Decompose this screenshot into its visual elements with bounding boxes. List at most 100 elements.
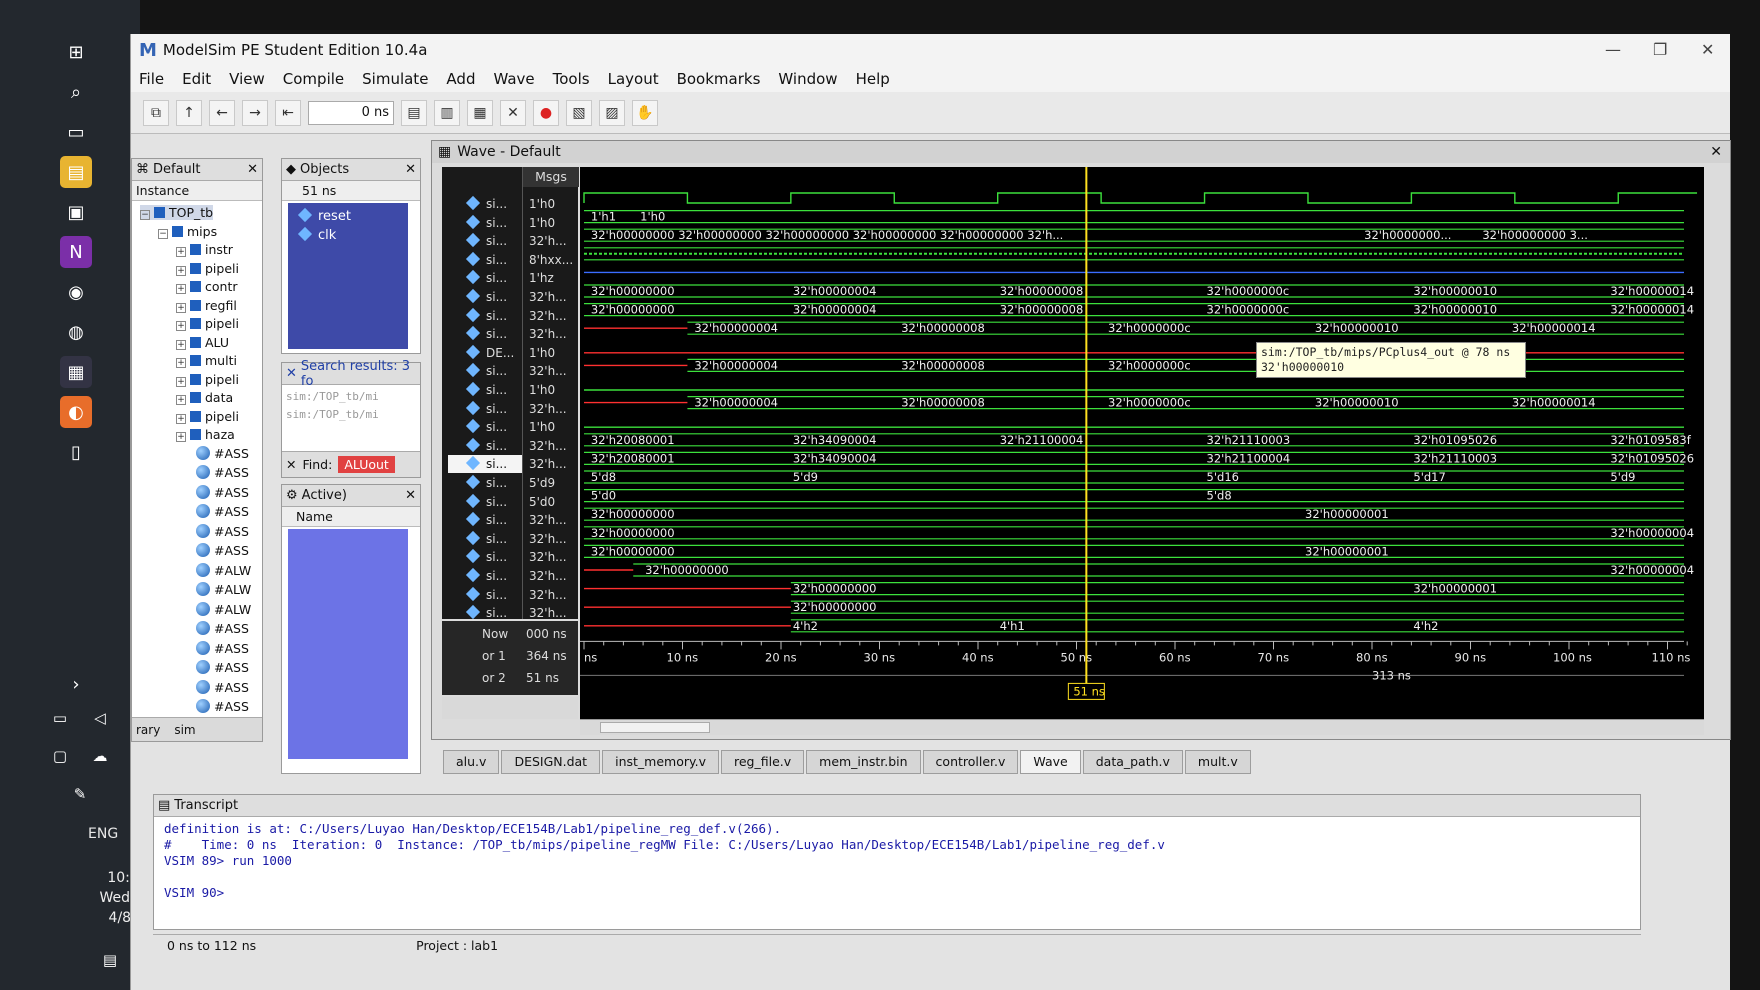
- step-icon[interactable]: ▧: [566, 99, 592, 126]
- run-length-field[interactable]: 0 ns: [308, 100, 394, 125]
- scroll-thumb[interactable]: [600, 722, 710, 733]
- app-icon[interactable]: ◐: [60, 396, 92, 428]
- signal-row[interactable]: si...: [448, 381, 507, 399]
- tree-item[interactable]: + pipeli: [176, 409, 239, 424]
- notes-icon[interactable]: ▯: [60, 436, 92, 468]
- tab-mult[interactable]: mult.v: [1184, 750, 1251, 774]
- tab-library[interactable]: rary: [136, 723, 160, 737]
- expand-icon[interactable]: +: [176, 321, 186, 331]
- signal-row[interactable]: si...: [448, 251, 507, 269]
- tree-item[interactable]: − TOP_tb: [140, 205, 214, 220]
- tree-item[interactable]: + haza: [176, 427, 235, 442]
- signal-row[interactable]: si...: [448, 362, 507, 380]
- tab-reg-file[interactable]: reg_file.v: [720, 750, 805, 774]
- close-icon[interactable]: ✕: [286, 366, 297, 381]
- expand-icon[interactable]: +: [176, 302, 186, 313]
- notification-icon[interactable]: ▤: [94, 944, 126, 976]
- battery-icon[interactable]: ▭: [44, 702, 76, 734]
- windows-start-icon[interactable]: ⊞: [60, 36, 92, 68]
- signal-row[interactable]: si...: [448, 325, 507, 343]
- chrome-icon[interactable]: ◉: [60, 276, 92, 308]
- cursor-row[interactable]: Now 000 ns: [442, 627, 578, 645]
- tree-item[interactable]: + multi: [176, 353, 237, 368]
- tree-item[interactable]: + contr: [176, 279, 237, 294]
- object-item-reset[interactable]: reset: [288, 203, 408, 224]
- expand-icon[interactable]: +: [176, 339, 186, 350]
- tab-alu[interactable]: alu.v: [443, 750, 500, 774]
- tab-design-dat[interactable]: DESIGN.dat: [501, 750, 601, 774]
- signal-row[interactable]: si...: [448, 400, 507, 418]
- restore-icon[interactable]: ❐: [1653, 40, 1667, 59]
- copy-icon[interactable]: ⧉: [143, 99, 169, 126]
- minimize-icon[interactable]: —: [1605, 40, 1621, 59]
- expand-icon[interactable]: +: [176, 432, 186, 442]
- signal-row[interactable]: DE...: [448, 344, 514, 362]
- assertion-item[interactable]: #ASS: [196, 523, 249, 539]
- assertion-item[interactable]: #ASS: [196, 621, 249, 636]
- instance-column-header[interactable]: Instance: [132, 181, 262, 201]
- signal-row[interactable]: si...: [448, 232, 507, 250]
- assertion-item[interactable]: #ASS: [196, 465, 249, 480]
- wave-horizontal-scrollbar[interactable]: [580, 719, 1704, 735]
- assertion-item[interactable]: #ASS: [196, 504, 249, 519]
- command-prompt[interactable]: VSIM 90>: [154, 885, 1640, 901]
- signal-row[interactable]: si...: [448, 493, 507, 511]
- menu-bookmarks[interactable]: Bookmarks: [677, 70, 761, 88]
- signal-row[interactable]: si...: [448, 418, 507, 436]
- signal-row[interactable]: si...: [448, 437, 507, 455]
- expand-icon[interactable]: +: [176, 284, 186, 294]
- signal-row[interactable]: si...: [448, 455, 522, 474]
- assertion-item[interactable]: #ASS: [196, 699, 249, 713]
- language-indicator[interactable]: ENG: [88, 826, 118, 842]
- assertion-item[interactable]: #ASS: [196, 543, 249, 558]
- panel-close-icon[interactable]: ✕: [1710, 144, 1722, 160]
- tab-mem-instr[interactable]: mem_instr.bin: [806, 750, 921, 774]
- pen-icon[interactable]: ✎: [64, 778, 96, 810]
- menu-view[interactable]: View: [229, 70, 265, 88]
- tree-item[interactable]: + data: [176, 390, 233, 405]
- up-arrow-icon[interactable]: ↑: [176, 99, 202, 126]
- assertion-item[interactable]: #ALW: [196, 582, 251, 597]
- search-result[interactable]: sim:/TOP_tb/mi: [286, 406, 416, 424]
- signal-row[interactable]: si...: [448, 548, 507, 566]
- tree-item[interactable]: + pipeli: [176, 261, 239, 276]
- signal-row[interactable]: si...: [448, 474, 507, 492]
- menu-layout[interactable]: Layout: [608, 70, 659, 88]
- onenote-icon[interactable]: N: [60, 236, 92, 268]
- assertion-item[interactable]: #ASS: [196, 679, 249, 695]
- chevron-right-icon[interactable]: ›: [60, 668, 92, 700]
- waveform-plot[interactable]: 1'h1 1'h0 32'h00000000 32'h00000000 32'h00…: [580, 167, 1704, 719]
- panel-close-icon[interactable]: ✕: [405, 162, 416, 177]
- cursor-row[interactable]: or 1 364 ns: [442, 649, 578, 667]
- transcript-body[interactable]: definition is at: C:/Users/Luyao Han/Des…: [154, 817, 1640, 901]
- menu-add[interactable]: Add: [446, 70, 475, 88]
- stop-icon[interactable]: ●: [533, 99, 559, 126]
- continue-icon[interactable]: ▥: [434, 99, 460, 126]
- run-icon[interactable]: ▤: [401, 99, 427, 126]
- tab-data-path[interactable]: data_path.v: [1082, 750, 1183, 774]
- tree-item[interactable]: + ALU: [176, 335, 229, 350]
- signal-row[interactable]: si...: [448, 214, 507, 232]
- collapse-icon[interactable]: −: [140, 210, 150, 220]
- search-result[interactable]: sim:/TOP_tb/mi: [286, 388, 416, 406]
- names-scrollbar[interactable]: [442, 697, 578, 719]
- cloud-icon[interactable]: ☁: [84, 740, 116, 772]
- assertion-item[interactable]: #ASS: [196, 484, 249, 500]
- menu-wave[interactable]: Wave: [493, 70, 534, 88]
- menu-edit[interactable]: Edit: [182, 70, 211, 88]
- panel-close-icon[interactable]: ✕: [247, 162, 258, 177]
- assertion-item[interactable]: #ALW: [196, 562, 251, 578]
- tree-item[interactable]: + pipeli: [176, 316, 239, 331]
- signal-row[interactable]: si...: [448, 586, 507, 604]
- search-icon[interactable]: ⌕: [60, 76, 92, 108]
- object-item-clk[interactable]: clk: [288, 224, 408, 243]
- hand-icon[interactable]: ✋: [632, 99, 658, 126]
- forward-arrow-icon[interactable]: →: [242, 99, 268, 126]
- run-all-icon[interactable]: ▦: [467, 99, 493, 126]
- assertion-item[interactable]: #ASS: [196, 660, 249, 675]
- expand-icon[interactable]: +: [176, 265, 186, 276]
- tree-item[interactable]: − mips: [158, 224, 217, 239]
- menu-compile[interactable]: Compile: [283, 70, 344, 88]
- menu-simulate[interactable]: Simulate: [362, 70, 428, 88]
- cursor-row[interactable]: or 2 51 ns: [442, 671, 578, 689]
